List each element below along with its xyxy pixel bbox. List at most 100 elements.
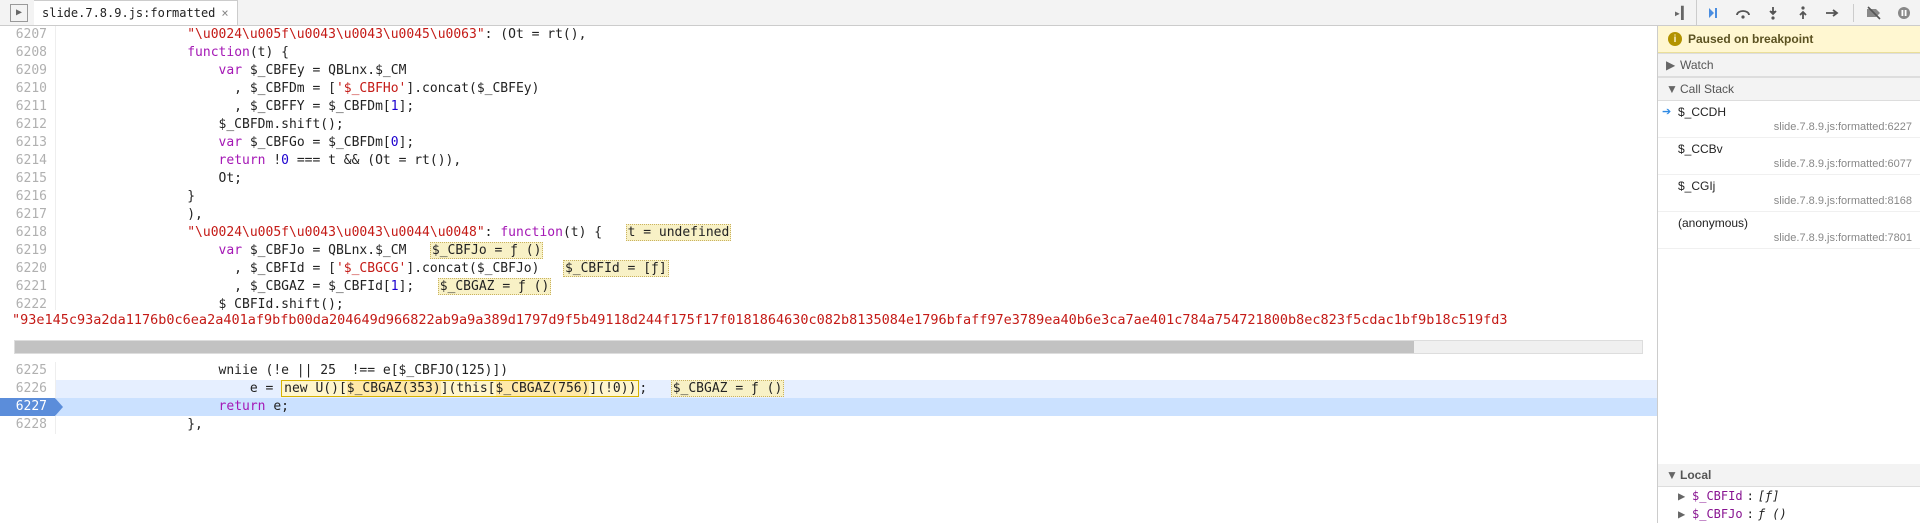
line-number[interactable]: 6213 (0, 134, 56, 152)
stack-frame-function: $_CCBv (1678, 142, 1912, 156)
code-content: function(t) { (56, 44, 1657, 62)
code-line[interactable]: 6226 e = new U()[$_CBGAZ(353)](this[$_CB… (0, 380, 1657, 398)
line-number[interactable]: 6216 (0, 188, 56, 206)
tab-bar: ▶ slide.7.8.9.js:formatted × ▸▍ (0, 0, 1696, 25)
code-content: "\u0024\u005f\u0043\u0043\u0044\u0048": … (56, 224, 1657, 242)
code-line[interactable]: 6209 var $_CBFEy = QBLnx.$_CM (0, 62, 1657, 80)
tab-toolbar-row: ▶ slide.7.8.9.js:formatted × ▸▍ (0, 0, 1920, 26)
scope-variable-name: $_CBFJo (1692, 507, 1743, 521)
code-line[interactable]: 6220 , $_CBFId = ['$_CBGCG'].concat($_CB… (0, 260, 1657, 278)
stack-frame[interactable]: $_CCDH slide.7.8.9.js:formatted:6227 (1658, 101, 1920, 138)
stack-frame-location: slide.7.8.9.js:formatted:7801 (1678, 232, 1912, 244)
code-line[interactable]: 6213 var $_CBFGo = $_CBFDm[0]; (0, 134, 1657, 152)
line-number[interactable]: 6210 (0, 80, 56, 98)
stack-frame-location: slide.7.8.9.js:formatted:6227 (1678, 121, 1912, 133)
line-number[interactable]: 6208 (0, 44, 56, 62)
pause-banner-text: Paused on breakpoint (1688, 32, 1813, 46)
local-label: Local (1680, 468, 1711, 482)
tab-title: slide.7.8.9.js:formatted (42, 6, 215, 20)
pause-on-exceptions-icon[interactable] (1894, 3, 1914, 23)
code-line[interactable]: 6211 , $_CBFFY = $_CBFDm[1]; (0, 98, 1657, 116)
code-line[interactable]: 6219 var $_CBFJo = QBLnx.$_CM $_CBFJo = … (0, 242, 1657, 260)
scrollbar-thumb[interactable] (15, 341, 1414, 353)
code-content: , $_CBFId = ['$_CBGCG'].concat($_CBFJo) … (56, 260, 1657, 278)
resume-icon[interactable] (1703, 3, 1723, 23)
line-number[interactable]: 6207 (0, 26, 56, 44)
line-number[interactable]: 6217 (0, 206, 56, 224)
code-line[interactable]: 6228 }, (0, 416, 1657, 434)
code-line[interactable]: 6214 return !0 === t && (Ot = rt()), (0, 152, 1657, 170)
deactivate-breakpoints-icon[interactable] (1864, 3, 1884, 23)
step-icon[interactable] (1823, 3, 1843, 23)
stack-frame[interactable]: (anonymous) slide.7.8.9.js:formatted:7801 (1658, 212, 1920, 249)
chevron-right-icon: ▶ (1678, 489, 1688, 503)
line-number[interactable]: 6220 (0, 260, 56, 278)
step-out-icon[interactable] (1793, 3, 1813, 23)
chevron-down-icon: ▼ (1666, 82, 1676, 96)
code-content: return e; (56, 398, 1657, 416)
code-content: Ot; (56, 170, 1657, 188)
callstack-label: Call Stack (1680, 82, 1734, 96)
chevron-right-icon: ▶ (1666, 58, 1676, 72)
close-icon[interactable]: × (221, 6, 228, 20)
scope-local-section[interactable]: ▼ Local (1658, 464, 1920, 487)
line-number[interactable]: 6228 (0, 416, 56, 434)
line-number[interactable]: 6219 (0, 242, 56, 260)
code-content: $_CBFDm.shift(); (56, 116, 1657, 134)
code-content: , $_CBGAZ = $_CBFId[1]; $_CBGAZ = ƒ () (56, 278, 1657, 296)
code-content: wniie (!e || 25 !== e[$_CBFJO(125)]) (56, 362, 1657, 380)
line-number[interactable]: 6226 (0, 380, 56, 398)
source-editor[interactable]: 6207 "\u0024\u005f\u0043\u0043\u0045\u00… (0, 26, 1658, 523)
stack-frame[interactable]: $_CGIj slide.7.8.9.js:formatted:8168 (1658, 175, 1920, 212)
code-content: var $_CBFJo = QBLnx.$_CM $_CBFJo = ƒ () (56, 242, 1657, 260)
scope-variable-value: [ƒ] (1758, 489, 1780, 503)
debugger-toolbar (1696, 0, 1920, 25)
code-line[interactable]: 6210 , $_CBFDm = ['$_CBFHo'].concat($_CB… (0, 80, 1657, 98)
line-number[interactable]: 6225 (0, 362, 56, 380)
code-content: , $_CBFFY = $_CBFDm[1]; (56, 98, 1657, 116)
code-line[interactable]: 6208 function(t) { (0, 44, 1657, 62)
line-number[interactable]: 6215 (0, 170, 56, 188)
line-number[interactable]: 6209 (0, 62, 56, 80)
watch-section[interactable]: ▶ Watch (1658, 53, 1920, 77)
info-icon: i (1668, 32, 1682, 46)
code-content: "\u0024\u005f\u0043\u0043\u0045\u0063": … (56, 26, 1657, 44)
step-over-icon[interactable] (1733, 3, 1753, 23)
more-tabs-icon[interactable]: ▸▍ (1670, 2, 1692, 24)
code-line[interactable]: 6218 "\u0024\u005f\u0043\u0043\u0044\u00… (0, 224, 1657, 242)
source-tab[interactable]: slide.7.8.9.js:formatted × (34, 0, 238, 25)
code-content: var $_CBFEy = QBLnx.$_CM (56, 62, 1657, 80)
callstack-section[interactable]: ▼ Call Stack (1658, 77, 1920, 101)
stack-frame-function: (anonymous) (1678, 216, 1912, 230)
step-into-icon[interactable] (1763, 3, 1783, 23)
stack-frame-location: slide.7.8.9.js:formatted:6077 (1678, 158, 1912, 170)
watch-label: Watch (1680, 58, 1714, 72)
code-line[interactable]: 6225 wniie (!e || 25 !== e[$_CBFJO(125)]… (0, 362, 1657, 380)
code-line[interactable]: 6216 } (0, 188, 1657, 206)
code-line[interactable]: 6215 Ot; (0, 170, 1657, 188)
code-line[interactable]: 6207 "\u0024\u005f\u0043\u0043\u0045\u00… (0, 26, 1657, 44)
code-content: return !0 === t && (Ot = rt()), (56, 152, 1657, 170)
horizontal-scrollbar[interactable] (14, 340, 1643, 354)
code-content: var $_CBFGo = $_CBFDm[0]; (56, 134, 1657, 152)
line-number[interactable]: 6218 (0, 224, 56, 242)
line-number[interactable]: 6212 (0, 116, 56, 134)
stack-frame-function: $_CCDH (1678, 105, 1912, 119)
code-line[interactable]: 6227 return e; (0, 398, 1657, 416)
stack-frame-location: slide.7.8.9.js:formatted:8168 (1678, 195, 1912, 207)
line-number[interactable]: 6227 (0, 398, 56, 416)
code-line[interactable]: 6217 ), (0, 206, 1657, 224)
scope-variable[interactable]: ▶$_CBFId: [ƒ] (1658, 487, 1920, 505)
stack-frame[interactable]: $_CCBv slide.7.8.9.js:formatted:6077 (1658, 138, 1920, 175)
code-content: } (56, 188, 1657, 206)
line-number[interactable]: 6214 (0, 152, 56, 170)
line-number[interactable]: 6211 (0, 98, 56, 116)
stack-frame-function: $_CGIj (1678, 179, 1912, 193)
line-number[interactable]: 6221 (0, 278, 56, 296)
code-line[interactable]: 6212 $_CBFDm.shift(); (0, 116, 1657, 134)
code-content: }, (56, 416, 1657, 434)
scope-variable-name: $_CBFId (1692, 489, 1743, 503)
run-snippet-icon[interactable]: ▶ (10, 4, 28, 22)
scope-variable[interactable]: ▶$_CBFJo: ƒ () (1658, 505, 1920, 523)
code-line[interactable]: 6221 , $_CBGAZ = $_CBFId[1]; $_CBGAZ = ƒ… (0, 278, 1657, 296)
